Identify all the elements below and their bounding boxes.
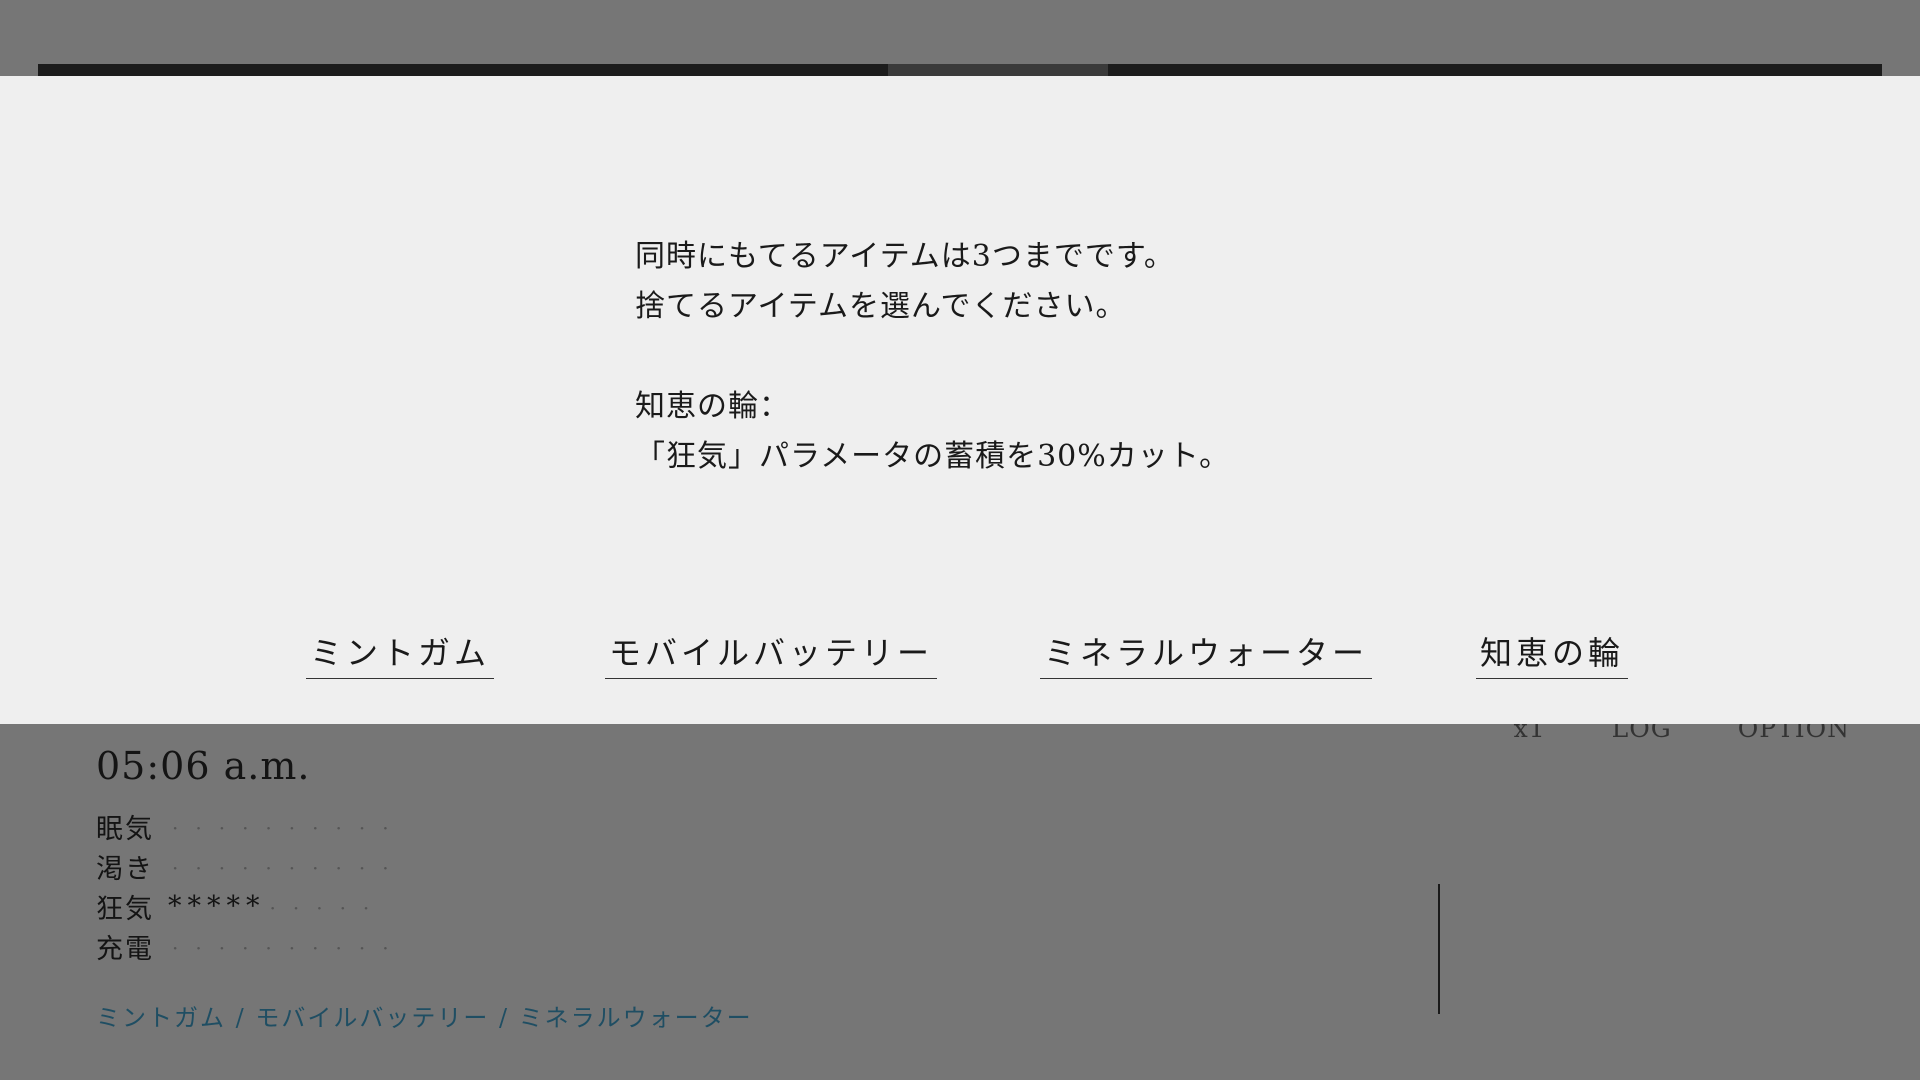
param-dots: ·········· (172, 935, 406, 960)
param-stars: ***** (168, 890, 266, 922)
param-meter: ·········· (168, 931, 406, 962)
param-meter: ·········· (168, 811, 406, 842)
param-label: 充電 (96, 933, 154, 965)
dialog-message: 同時にもてるアイテムは3つまでです。 捨てるアイテムを選んでください。 知恵の輪… (635, 232, 1230, 482)
text-cursor-line (1438, 884, 1440, 1014)
param-dots: ·········· (172, 855, 406, 880)
message-spacer (635, 332, 1230, 382)
param-label: 渇き (96, 853, 154, 885)
message-line: 捨てるアイテムを選んでください。 (635, 289, 1127, 324)
choice-puzzle-ring[interactable]: 知恵の輪 (1476, 628, 1629, 679)
inventory-list: ミントガム / モバイルバッテリー / ミネラルウォーター (96, 1004, 753, 1032)
parameter-list: 眠気 ·········· 渇き ·········· 狂気 ***** ····… (96, 806, 406, 966)
param-dots: ····· (269, 895, 387, 920)
param-meter: ·········· (168, 851, 406, 882)
param-row-sleepiness: 眠気 ·········· (96, 806, 406, 846)
param-label: 眠気 (96, 813, 154, 845)
param-label: 狂気 (96, 893, 154, 925)
choice-mint-gum[interactable]: ミントガム (306, 628, 495, 679)
message-line: 同時にもてるアイテムは3つまでです。 (635, 239, 1175, 274)
item-name: 知恵の輪： (635, 389, 790, 424)
param-dots: ·········· (172, 815, 406, 840)
param-meter: ***** ····· (168, 891, 386, 922)
discard-item-dialog: 同時にもてるアイテムは3つまでです。 捨てるアイテムを選んでください。 知恵の輪… (0, 76, 1920, 724)
param-row-thirst: 渇き ·········· (96, 846, 406, 886)
choice-mineral-water[interactable]: ミネラルウォーター (1040, 628, 1373, 679)
param-row-charge: 充電 ·········· (96, 926, 406, 966)
clock-display: 05:06 a.m. (96, 744, 311, 788)
item-description: 「狂気」パラメータの蓄積を30%カット。 (635, 439, 1231, 474)
choice-mobile-battery[interactable]: モバイルバッテリー (605, 628, 938, 679)
param-row-madness: 狂気 ***** ····· (96, 886, 406, 926)
